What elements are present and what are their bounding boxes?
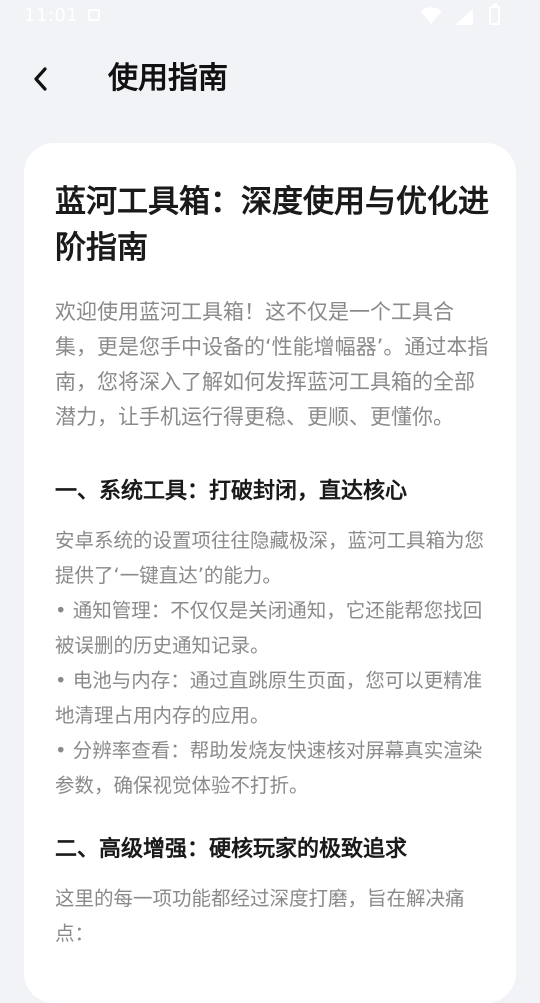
- back-button[interactable]: [26, 62, 56, 96]
- wifi-icon: [420, 7, 442, 24]
- battery-icon: [489, 3, 500, 25]
- page-title: 使用指南: [108, 61, 228, 96]
- guide-card: 蓝河工具箱：深度使用与优化进阶指南 欢迎使用蓝河工具箱！这不仅是一个工具合集，更…: [24, 143, 516, 1003]
- article-title: 蓝河工具箱：深度使用与优化进阶指南: [55, 184, 489, 266]
- status-time: 11:01: [24, 5, 79, 26]
- status-bar: 11:01: [0, 0, 540, 34]
- section-body-system-tools: 安卓系统的设置项往往隐藏极深，蓝河工具箱为您提供了‘一键直达’的能力。: [55, 529, 485, 587]
- section-body-advanced: 这里的每一项功能都经过深度打磨，旨在解决痛点：: [55, 887, 465, 945]
- bullet-battery-memory: • 电池与内存：通过直跳原生页面，您可以更精准地清理占用内存的应用。: [55, 669, 483, 727]
- chevron-left-icon: [34, 67, 47, 91]
- notification-icon: [88, 9, 100, 21]
- bullet-resolution: • 分辨率查看：帮助发烧友快速核对屏幕真实渲染参数，确保视觉体验不打折。: [55, 739, 483, 797]
- guide-content: 蓝河工具箱：深度使用与优化进阶指南 欢迎使用蓝河工具箱！这不仅是一个工具合集，更…: [55, 179, 491, 951]
- section-heading-advanced: 二、高级增强：硬核玩家的极致追求: [55, 837, 408, 862]
- app-header: 使用指南: [0, 50, 540, 110]
- intro-paragraph: 欢迎使用蓝河工具箱！这不仅是一个工具合集，更是您手中设备的‘性能增幅器’。通过本…: [55, 300, 489, 429]
- cellular-signal-icon: [455, 9, 473, 25]
- bullet-notification-management: • 通知管理：不仅仅是关闭通知，它还能帮您找回被误删的历史通知记录。: [55, 599, 483, 657]
- section-heading-system-tools: 一、系统工具：打破封闭，直达核心: [55, 479, 408, 504]
